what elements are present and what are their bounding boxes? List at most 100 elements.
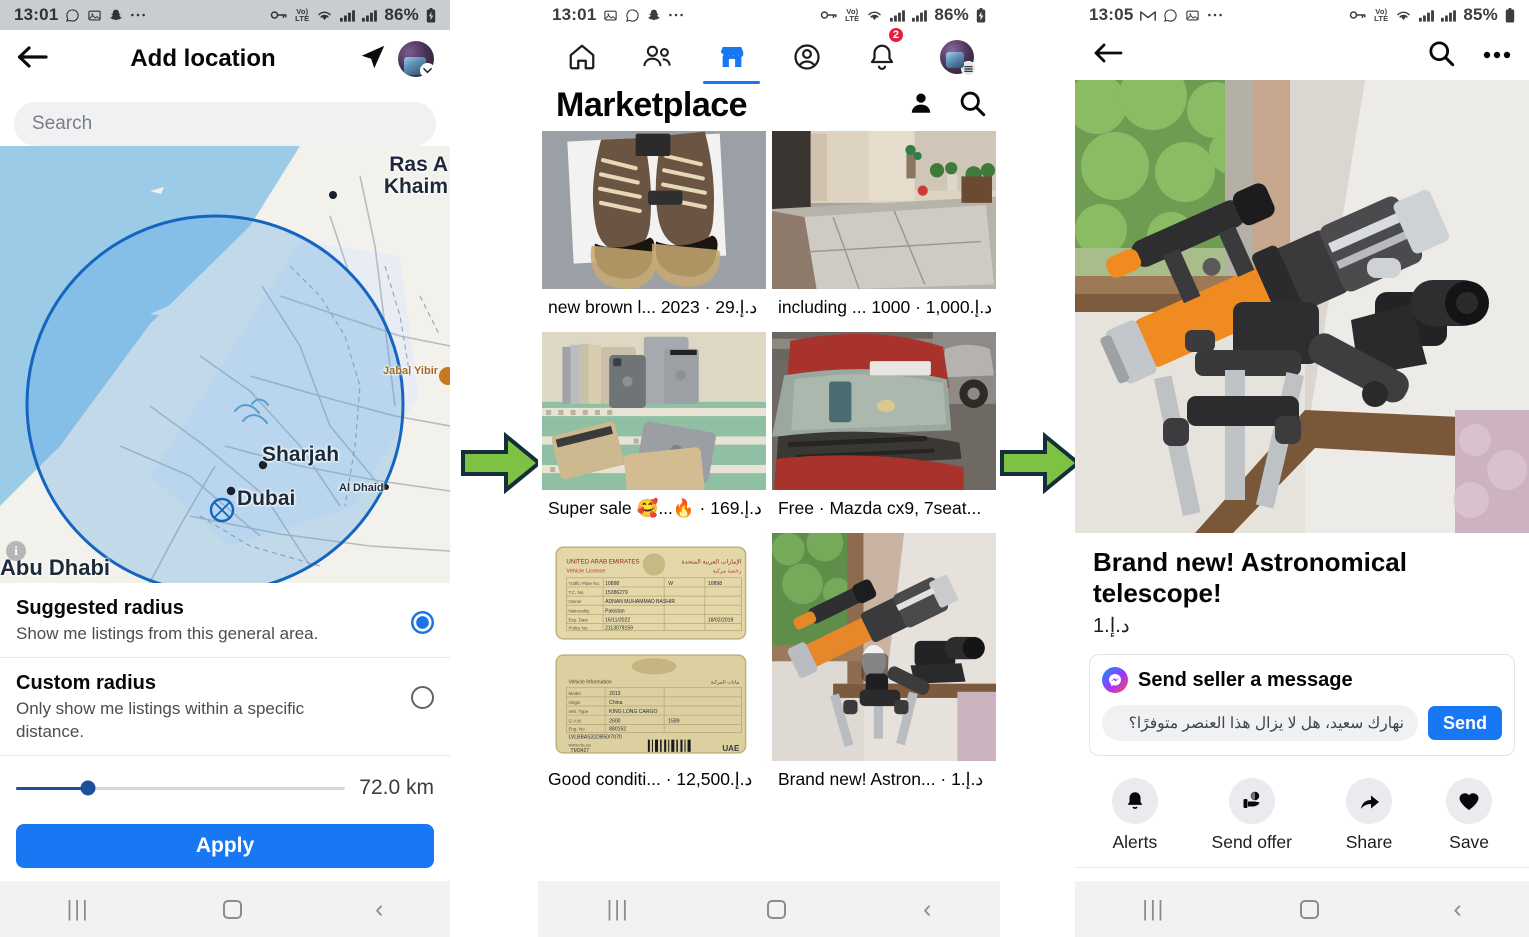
svg-text:الإمارات العربية المتحدة: الإمارات العربية المتحدة bbox=[682, 559, 742, 566]
marketplace-listing-grid: new brown l... 2023 · 29.د.إ including .… bbox=[538, 131, 1000, 800]
search-field[interactable] bbox=[14, 102, 436, 146]
tab-profile[interactable] bbox=[769, 30, 844, 84]
back-icon[interactable]: ‹ bbox=[923, 896, 931, 922]
wifi-icon bbox=[866, 9, 883, 22]
svg-text:Exp. Date: Exp. Date bbox=[568, 618, 588, 623]
apply-button[interactable]: Apply bbox=[16, 824, 434, 869]
message-card-heading: Send seller a message bbox=[1138, 668, 1353, 691]
option-title: Custom radius bbox=[16, 672, 157, 695]
map-info-icon[interactable]: i bbox=[6, 541, 26, 561]
svg-text:16/11/2022: 16/11/2022 bbox=[605, 618, 630, 624]
listing-image-car[interactable] bbox=[771, 332, 996, 490]
search-icon[interactable] bbox=[1427, 39, 1455, 72]
action-label: Share bbox=[1345, 832, 1393, 852]
signal-icon bbox=[890, 9, 906, 22]
marketplace-header: Marketplace bbox=[538, 84, 1000, 131]
panel-add-location: 13:01 Vo) LTE 86% Add location Search Ra… bbox=[0, 0, 450, 937]
back-arrow-icon[interactable] bbox=[1093, 41, 1123, 70]
tab-menu-avatar[interactable] bbox=[919, 30, 994, 84]
battery-percent: 86% bbox=[384, 5, 419, 24]
svg-text:Pakistan: Pakistan bbox=[605, 608, 625, 614]
profile-avatar[interactable] bbox=[398, 41, 435, 78]
back-arrow-icon[interactable] bbox=[16, 43, 48, 76]
home-icon[interactable] bbox=[766, 899, 786, 919]
map-label-sharjah: Sharjah bbox=[262, 443, 340, 466]
vpn-key-icon bbox=[270, 9, 288, 21]
listing-image-driveway[interactable] bbox=[771, 131, 996, 289]
slider-thumb[interactable] bbox=[80, 780, 96, 796]
location-map[interactable]: Ras A Khaim Sharjah Dubai Al Dhaid Al Ma… bbox=[0, 146, 450, 583]
radio-custom-radius[interactable] bbox=[411, 686, 434, 710]
home-icon[interactable] bbox=[222, 899, 242, 919]
volte-icon: Vo) LTE bbox=[295, 6, 310, 23]
tab-marketplace[interactable] bbox=[694, 30, 769, 84]
svg-text:بيانات المركبة: بيانات المركبة bbox=[710, 680, 739, 686]
message-input[interactable]: نهارك سعيد، هل لا يزال هذا العنصر متوفرً… bbox=[1102, 705, 1418, 741]
action-save[interactable]: Save bbox=[1446, 778, 1493, 853]
search-input[interactable] bbox=[32, 113, 418, 135]
panel-listing-detail: 13:05 Vo) LTE 85% Brand new! Astronomica… bbox=[1075, 0, 1529, 937]
wifi-icon bbox=[316, 9, 333, 22]
more-options-icon[interactable] bbox=[1483, 46, 1511, 64]
android-nav-bar-panel1: ||| ‹ bbox=[0, 881, 450, 937]
person-icon[interactable] bbox=[908, 90, 934, 121]
listing-card[interactable]: Free · Mazda cx9, 7seat... bbox=[771, 332, 996, 529]
facebook-tab-bar: 2 bbox=[538, 26, 1000, 84]
radio-suggested-radius[interactable] bbox=[411, 611, 434, 634]
listing-image-vehicle-license[interactable]: UNITED ARAB EMIRATES Vehicle License الإ… bbox=[542, 533, 766, 761]
home-icon[interactable] bbox=[1299, 899, 1319, 919]
tab-home[interactable] bbox=[544, 30, 619, 84]
vpn-key-icon bbox=[820, 9, 838, 21]
photos-icon bbox=[1185, 8, 1200, 23]
action-alerts[interactable]: Alerts bbox=[1111, 778, 1158, 853]
battery-charging-icon bbox=[426, 7, 436, 23]
listing-title: Brand new! Astronomical telescope! bbox=[1093, 547, 1407, 608]
listing-card[interactable]: including ... 1000 · 1,000.د.إ bbox=[771, 131, 996, 328]
listing-caption: Good conditi... · 12,500.د.إ bbox=[548, 769, 753, 789]
svg-text:Model: Model bbox=[568, 691, 580, 696]
action-share[interactable]: Share bbox=[1345, 778, 1393, 853]
svg-text:W: W bbox=[668, 581, 673, 587]
panel-marketplace: 13:01 Vo) LTE 86% 2 Marketplace new brow… bbox=[538, 0, 1000, 937]
listing-image-telescope[interactable] bbox=[771, 533, 996, 761]
search-icon[interactable] bbox=[958, 89, 986, 122]
listing-card[interactable]: UNITED ARAB EMIRATES Vehicle License الإ… bbox=[542, 533, 766, 800]
back-icon[interactable]: ‹ bbox=[1453, 896, 1461, 922]
snapchat-icon bbox=[647, 8, 661, 23]
svg-text:Vehicle Information: Vehicle Information bbox=[568, 680, 611, 686]
listing-card[interactable]: Super sale 🥰...🔥 · 169.د.إ bbox=[542, 332, 766, 529]
svg-text:KING LONG CARGO: KING LONG CARGO bbox=[609, 709, 657, 715]
listing-image-brown-shoes[interactable] bbox=[542, 131, 766, 289]
recents-icon[interactable]: ||| bbox=[67, 896, 90, 922]
send-button[interactable]: Send bbox=[1427, 706, 1502, 740]
map-label-ras-al-khaimah: Ras A Khaim bbox=[383, 153, 448, 199]
navigate-arrow-icon[interactable] bbox=[358, 42, 388, 77]
radius-slider[interactable] bbox=[16, 780, 346, 796]
more-dots-icon bbox=[1207, 12, 1223, 18]
volte-icon: Vo) LTE bbox=[845, 6, 860, 23]
option-suggested-radius[interactable]: Suggested radius Show me listings from t… bbox=[0, 583, 450, 659]
listing-card[interactable]: new brown l... 2023 · 29.د.إ bbox=[542, 131, 766, 328]
status-time: 13:01 bbox=[552, 5, 597, 24]
listing-card[interactable]: Brand new! Astron... · 1.د.إ bbox=[771, 533, 996, 800]
photos-icon bbox=[87, 8, 102, 23]
tab-notifications[interactable]: 2 bbox=[844, 26, 919, 84]
svg-text:Traffic Plate No.: Traffic Plate No. bbox=[568, 581, 600, 586]
avatar-menu-icon[interactable] bbox=[939, 40, 976, 76]
option-custom-radius[interactable]: Custom radius Only show me listings with… bbox=[0, 658, 450, 757]
recents-icon[interactable]: ||| bbox=[1142, 896, 1165, 922]
svg-text:2113079159: 2113079159 bbox=[605, 626, 633, 632]
back-icon[interactable]: ‹ bbox=[375, 896, 383, 922]
recents-icon[interactable]: ||| bbox=[607, 896, 630, 922]
signal-icon bbox=[340, 9, 356, 22]
listing-caption: Super sale 🥰...🔥 · 169.د.إ bbox=[548, 498, 762, 518]
action-send-offer[interactable]: Send offer bbox=[1212, 778, 1292, 853]
whatsapp-icon bbox=[625, 8, 640, 23]
listing-hero-image[interactable] bbox=[1075, 80, 1529, 533]
tab-friends[interactable] bbox=[619, 30, 694, 84]
map-label-al-dhaid: Al Dhaid bbox=[339, 482, 384, 494]
screenshot-stage: 13:01 Vo) LTE 86% Add location Search Ra… bbox=[0, 0, 1529, 937]
radius-slider-row: 72.0 km bbox=[0, 756, 450, 808]
signal-icon bbox=[1419, 9, 1435, 22]
listing-image-ipads[interactable] bbox=[542, 332, 766, 490]
